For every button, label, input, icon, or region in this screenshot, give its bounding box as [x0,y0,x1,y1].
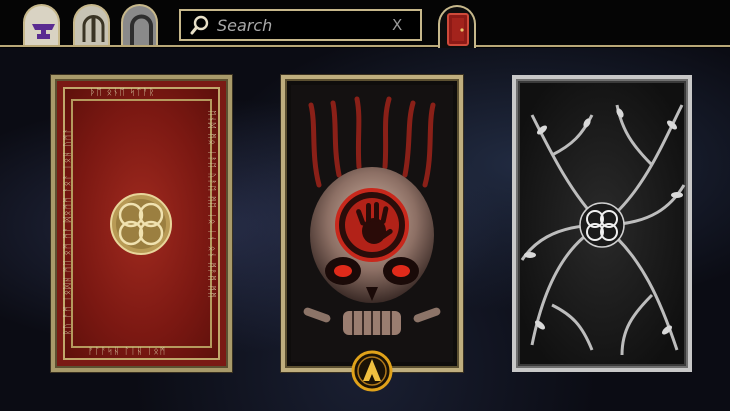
anvil-icon [32,24,55,39]
tab-arch[interactable] [121,4,158,45]
tab-door[interactable] [438,5,476,48]
chevron-up-icon [351,350,393,392]
skull-hand-card-back[interactable] [281,75,463,372]
top-bar-divider [0,45,730,47]
tab-pillar[interactable] [73,4,110,45]
card-frame [281,75,463,372]
arch-icon [130,14,153,45]
search-icon [190,15,209,35]
pillar-icon [82,15,105,42]
rune-text-top: ᚦᛖ ᛟᚾᛖ ᛋᛏᚨᚱ [90,88,156,98]
rune-text-left: ᚱᚢ ᚨᛗ ᛁᛟᛞᚺ ᛗᛖ ᛟᛗ ᛗᚨ ᛞᛟᛗᛗ ᚨᛟᚨ ᛁᛟᚺ ᚢᛗᚨ [63,127,73,335]
silver-branches-card-back[interactable] [512,75,692,372]
rune-text-bottom: ᚠᛚᚨᛋᚺ ᛚᛁᚺ ᛁᛟᛗ [88,347,167,357]
tab-anvil[interactable] [23,4,60,45]
rune-text-right: ᛖᚾᛞ ᛗᛟ ᛁᚨᛖ ᚢᚨᛖ ᛗᛖ ᛁᛟ ᛁᚾ ᛟᚾ ᛗᚨᛗ ᛗᛗ [206,110,216,299]
clear-search-button[interactable]: X [392,16,402,34]
card-frame [512,75,692,372]
search-input[interactable] [217,15,382,35]
red-rune-card-back[interactable] [51,75,232,372]
search-box[interactable]: X [179,9,422,41]
celtic-knot-emblem [110,193,172,255]
door-icon [447,13,469,46]
